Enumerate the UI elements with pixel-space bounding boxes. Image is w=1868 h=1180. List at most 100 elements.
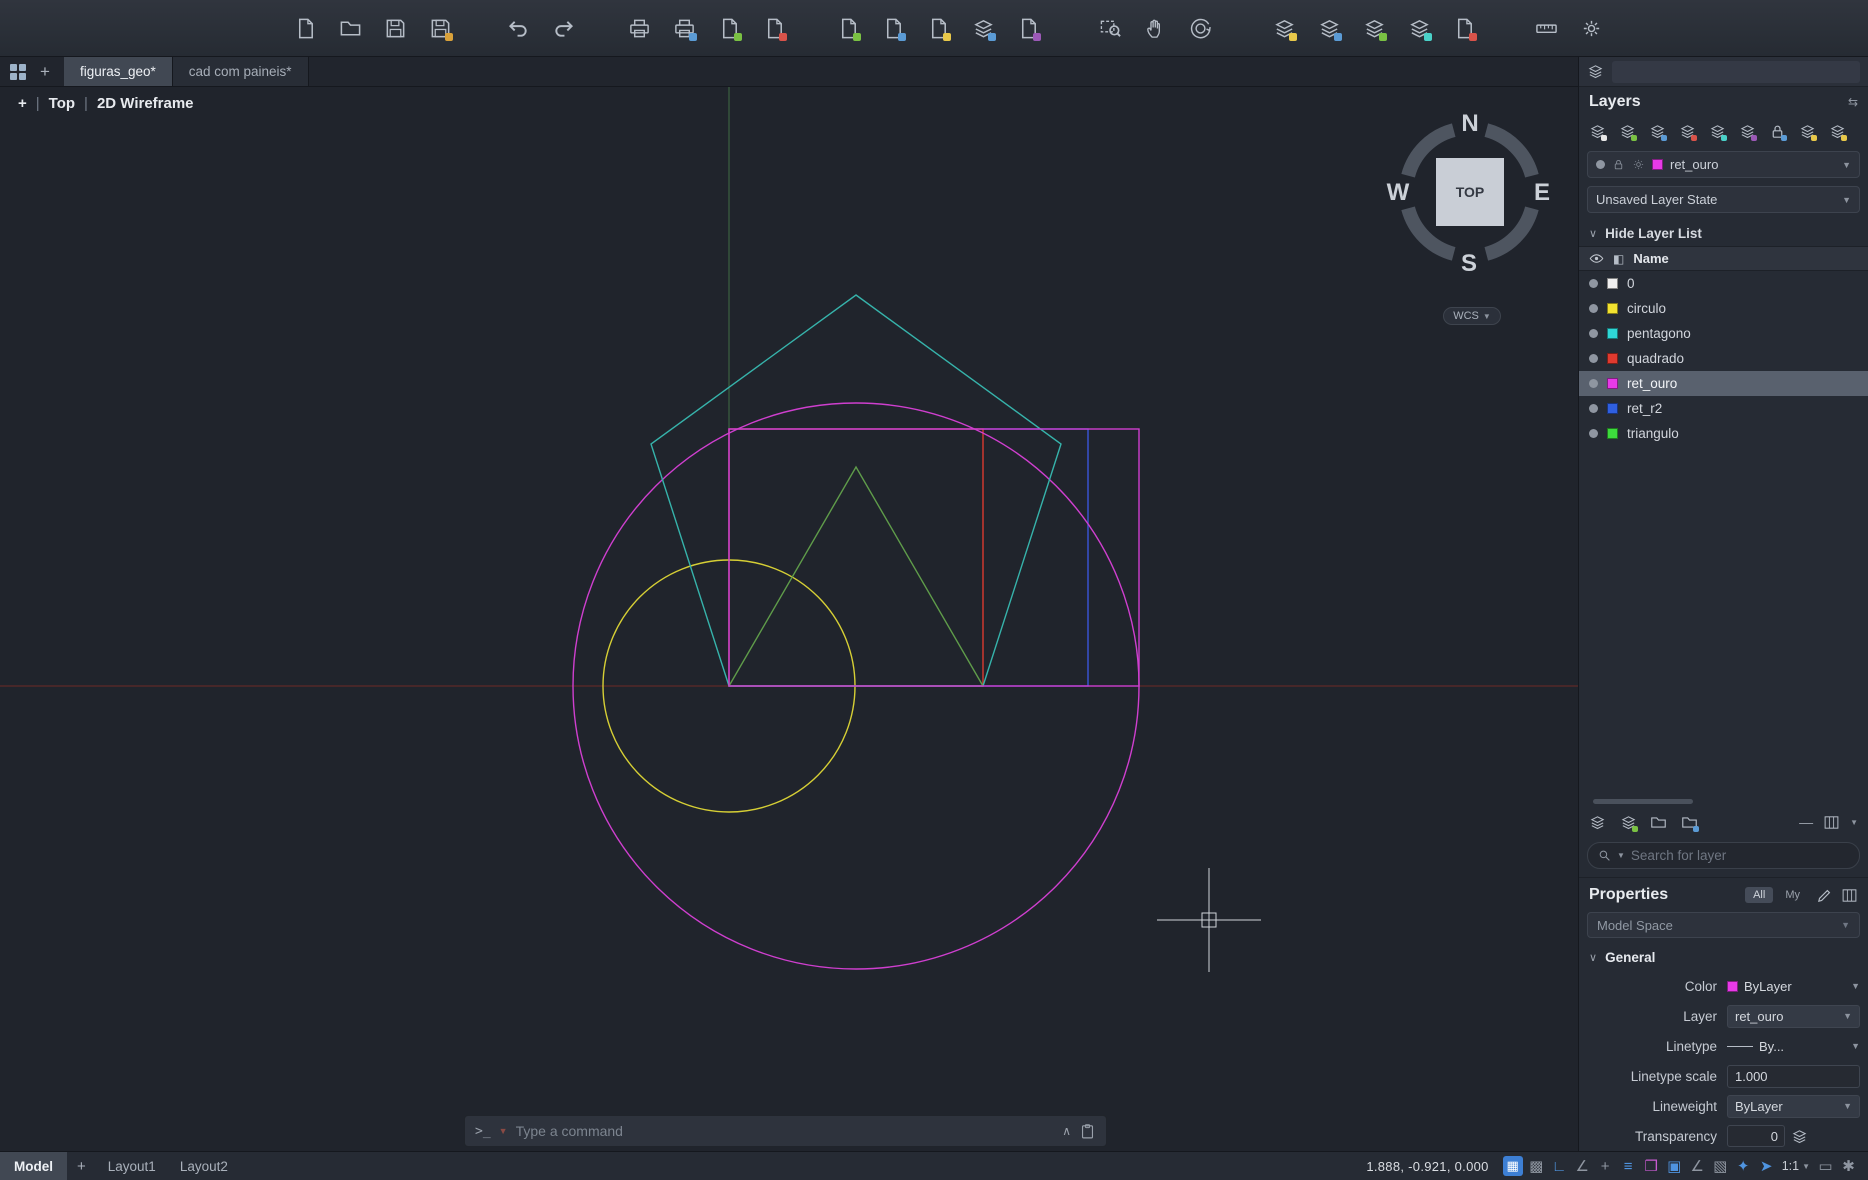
layer-search-input[interactable] — [1631, 848, 1849, 863]
current-layer-combo[interactable]: ret_ouro ▼ — [1587, 151, 1860, 178]
command-expand-icon[interactable]: ∧ — [1062, 1124, 1071, 1138]
linetype-scale-input[interactable]: 1.000 — [1727, 1065, 1860, 1088]
layer-tool-match-icon[interactable] — [1647, 121, 1667, 141]
color-value-dropdown[interactable]: ByLayer ▼ — [1727, 979, 1860, 994]
page-setup-icon[interactable] — [716, 15, 742, 41]
viewport-visual-style-button[interactable]: 2D Wireframe — [97, 95, 194, 112]
lineweight-value-dropdown[interactable]: ByLayer ▼ — [1727, 1095, 1860, 1118]
layer-on-icon[interactable] — [1589, 379, 1598, 388]
remove-layer-icon[interactable]: — — [1799, 814, 1813, 830]
viewcube-east[interactable]: E — [1534, 179, 1550, 206]
settings-icon[interactable] — [1578, 15, 1604, 41]
layer-row-quadrado[interactable]: quadrado — [1579, 346, 1868, 371]
attach-reference-icon[interactable] — [925, 15, 951, 41]
layer-list-scrollbar[interactable] — [1593, 799, 1693, 804]
measure-icon[interactable] — [1533, 15, 1559, 41]
layer-tool-freeze-icon[interactable] — [1617, 121, 1637, 141]
layer-tool-state-icon[interactable] — [1707, 121, 1727, 141]
save-icon[interactable] — [382, 15, 408, 41]
plot-style-icon[interactable] — [761, 15, 787, 41]
layer-tool-off-icon[interactable] — [1677, 121, 1697, 141]
layer-color-swatch[interactable] — [1607, 328, 1618, 339]
object-snap-tracking-icon[interactable]: ∠ — [1686, 1157, 1709, 1175]
layer-color-swatch[interactable] — [1607, 378, 1618, 389]
layer-row-ret-r2[interactable]: ret_r2 — [1579, 396, 1868, 421]
annotation-visibility-icon[interactable]: ✦ — [1732, 1157, 1755, 1175]
undo-icon[interactable] — [505, 15, 531, 41]
viewcube-north[interactable]: N — [1461, 110, 1478, 137]
layer-color-swatch[interactable] — [1607, 428, 1618, 439]
insert-block-icon[interactable] — [970, 15, 996, 41]
layer-on-icon[interactable] — [1589, 279, 1598, 288]
construction-line-icon[interactable]: + — [1594, 1158, 1617, 1175]
layer-on-icon[interactable] — [1589, 404, 1598, 413]
layer-on-icon[interactable] — [1589, 329, 1598, 338]
layer-new-folder-icon[interactable] — [1679, 812, 1699, 832]
layer-tool-lock-icon[interactable] — [1767, 121, 1787, 141]
layer-search[interactable]: ▼ — [1587, 842, 1860, 869]
grid-display-icon[interactable]: ▦ — [1503, 1156, 1523, 1176]
layer-value-dropdown[interactable]: ret_ouro ▼ — [1727, 1005, 1860, 1028]
layer-color-column-icon[interactable]: ◧ — [1613, 252, 1624, 266]
isometric-drafting-icon[interactable]: ▧ — [1709, 1157, 1732, 1175]
chevron-down-icon[interactable]: ▼ — [1850, 818, 1858, 827]
name-column-header[interactable]: Name — [1633, 251, 1668, 266]
open-file-icon[interactable] — [337, 15, 363, 41]
layer-row-pentagono[interactable]: pentagono — [1579, 321, 1868, 346]
orbit-icon[interactable] — [1187, 15, 1213, 41]
panel-swap-icon[interactable]: ⇆ — [1848, 95, 1858, 109]
import-icon[interactable] — [835, 15, 861, 41]
layer-match-icon[interactable] — [1316, 15, 1342, 41]
layer-isolate-icon[interactable] — [1451, 15, 1477, 41]
save-as-icon[interactable] — [427, 15, 453, 41]
model-canvas[interactable]: + | Top | 2D Wireframe TOP N W E S — [0, 87, 1578, 1151]
new-drawing-tab-button[interactable]: + — [36, 63, 54, 80]
plot-preview-icon[interactable] — [671, 15, 697, 41]
panel-expand-icon[interactable] — [1841, 887, 1858, 904]
wcs-dropdown[interactable]: WCS ▼ — [1443, 307, 1501, 325]
layer-row-0[interactable]: 0 — [1579, 271, 1868, 296]
viewcube-west[interactable]: W — [1387, 179, 1410, 206]
layer-tool-current-icon[interactable] — [1797, 121, 1817, 141]
layer-tool-new-icon[interactable] — [1587, 121, 1607, 141]
layout2-tab[interactable]: Layout2 — [168, 1159, 240, 1174]
layer-states-icon[interactable] — [1406, 15, 1432, 41]
layer-properties-icon[interactable] — [1271, 15, 1297, 41]
tab-cad-com-paineis[interactable]: cad com paineis* — [173, 57, 309, 86]
workspace-display-icon[interactable]: ▭ — [1814, 1157, 1837, 1175]
layout1-tab[interactable]: Layout1 — [96, 1159, 168, 1174]
selection-dropdown[interactable]: Model Space ▼ — [1587, 912, 1860, 938]
command-input[interactable] — [516, 1123, 1055, 1139]
transparency-layers-icon[interactable] — [1791, 1128, 1808, 1145]
new-file-icon[interactable] — [292, 15, 318, 41]
eye-icon[interactable] — [1589, 251, 1604, 266]
new-layout-button[interactable]: + — [67, 1158, 96, 1175]
tab-overview-icon[interactable] — [10, 64, 26, 80]
external-references-icon[interactable] — [1015, 15, 1041, 41]
command-bar[interactable]: >_ ▼ ∧ — [464, 1115, 1107, 1147]
hide-layer-list-toggle[interactable]: ∨ Hide Layer List — [1579, 217, 1868, 246]
layer-tool-walk-icon[interactable] — [1827, 121, 1847, 141]
layer-on-icon[interactable] — [1589, 354, 1598, 363]
annotation-scale-dropdown[interactable]: 1:1 ▼ — [1778, 1159, 1814, 1173]
lineweight-display-icon[interactable]: ≡ — [1617, 1158, 1640, 1175]
properties-filter-my[interactable]: My — [1777, 887, 1808, 903]
plot-icon[interactable] — [626, 15, 652, 41]
layer-color-swatch[interactable] — [1607, 353, 1618, 364]
layer-color-swatch[interactable] — [1607, 303, 1618, 314]
clean-screen-icon[interactable]: ✱ — [1837, 1157, 1860, 1175]
model-tab[interactable]: Model — [0, 1152, 67, 1180]
tab-figuras-geo[interactable]: figuras_geo* — [64, 57, 173, 86]
polar-tracking-icon[interactable]: ∠ — [1571, 1157, 1594, 1175]
annotation-autoscale-icon[interactable]: ➤ — [1755, 1157, 1778, 1175]
properties-filter-all[interactable]: All — [1745, 887, 1773, 903]
layer-state-combo[interactable]: Unsaved Layer State ▼ — [1587, 186, 1860, 213]
columns-icon[interactable] — [1823, 814, 1840, 831]
snap-mode-icon[interactable]: ▩ — [1525, 1157, 1548, 1175]
ortho-mode-icon[interactable]: ∟ — [1548, 1158, 1571, 1175]
zoom-window-icon[interactable] — [1097, 15, 1123, 41]
command-clipboard-icon[interactable] — [1079, 1123, 1096, 1140]
layer-color-swatch[interactable] — [1607, 278, 1618, 289]
layer-row-circulo[interactable]: circulo — [1579, 296, 1868, 321]
viewcube-south[interactable]: S — [1461, 250, 1477, 275]
